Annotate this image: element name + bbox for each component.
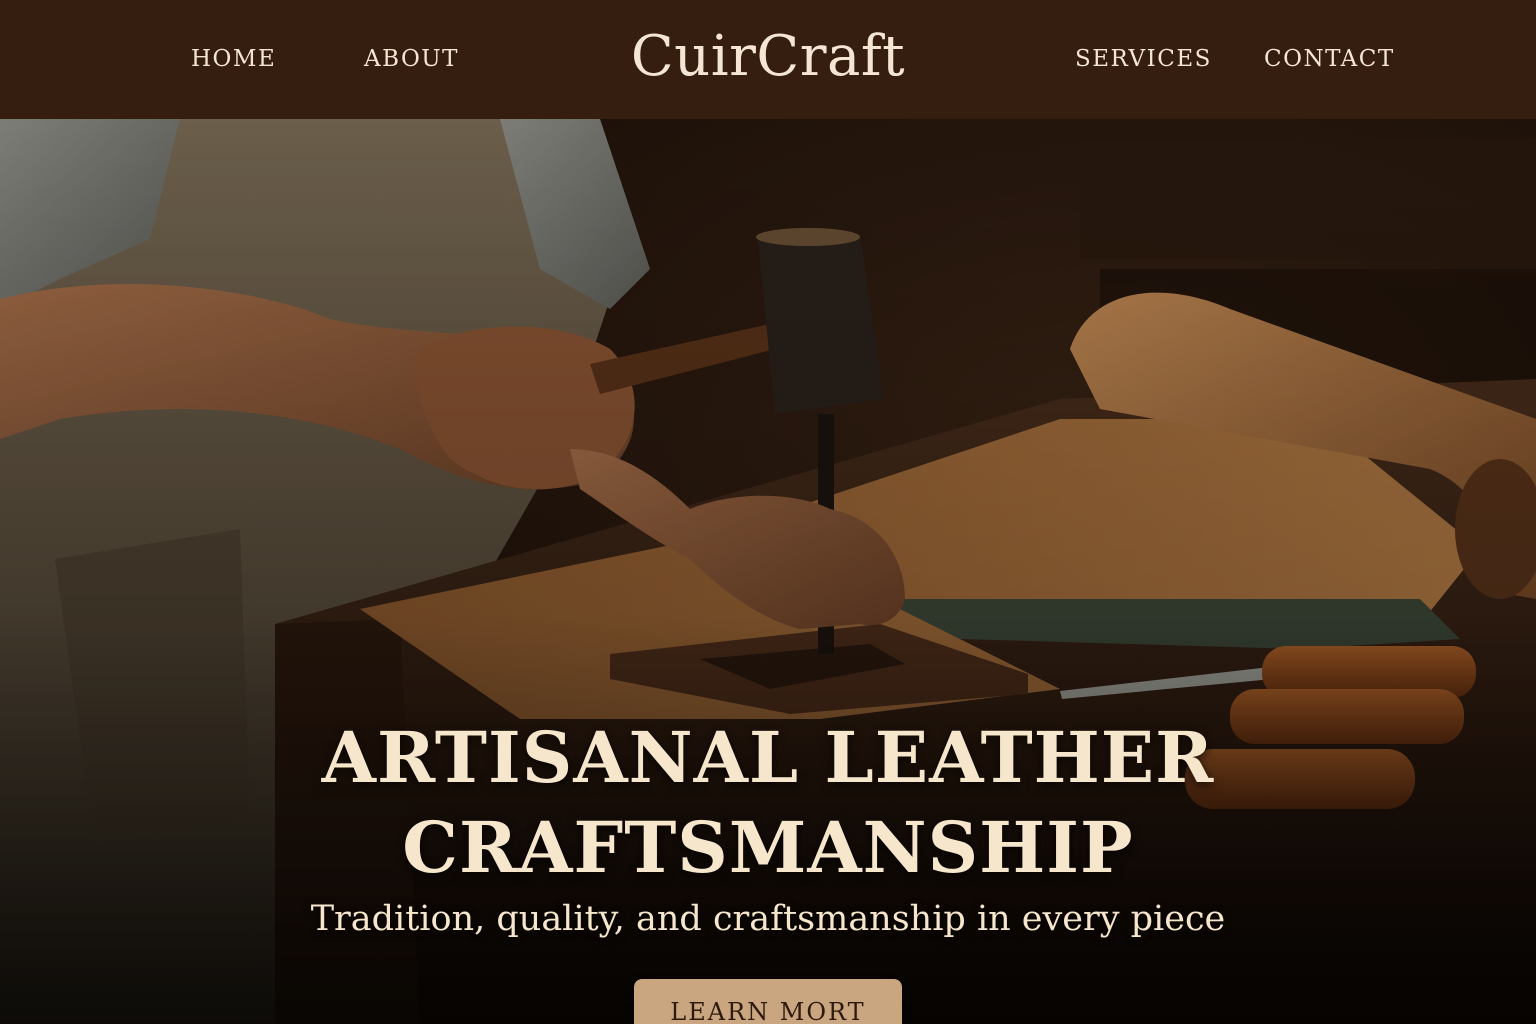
brand-logo[interactable]: CuirCraft [631, 24, 905, 89]
nav-link-contact[interactable]: CONTACT [1264, 46, 1395, 72]
hero-image [0, 119, 1536, 1024]
nav-link-about[interactable]: ABOUT [364, 46, 459, 72]
nav-link-home[interactable]: HOME [191, 46, 276, 72]
top-navbar: HOME ABOUT CuirCraft SERVICES CONTACT [0, 0, 1536, 119]
landing-page: HOME ABOUT CuirCraft SERVICES CONTACT AR… [0, 0, 1536, 1024]
learn-more-button[interactable]: LEARN MORT [634, 979, 902, 1024]
nav-link-services[interactable]: SERVICES [1075, 46, 1212, 72]
hero-section: ARTISANAL LEATHER CRAFTSMANSHIP Traditio… [0, 119, 1536, 1024]
